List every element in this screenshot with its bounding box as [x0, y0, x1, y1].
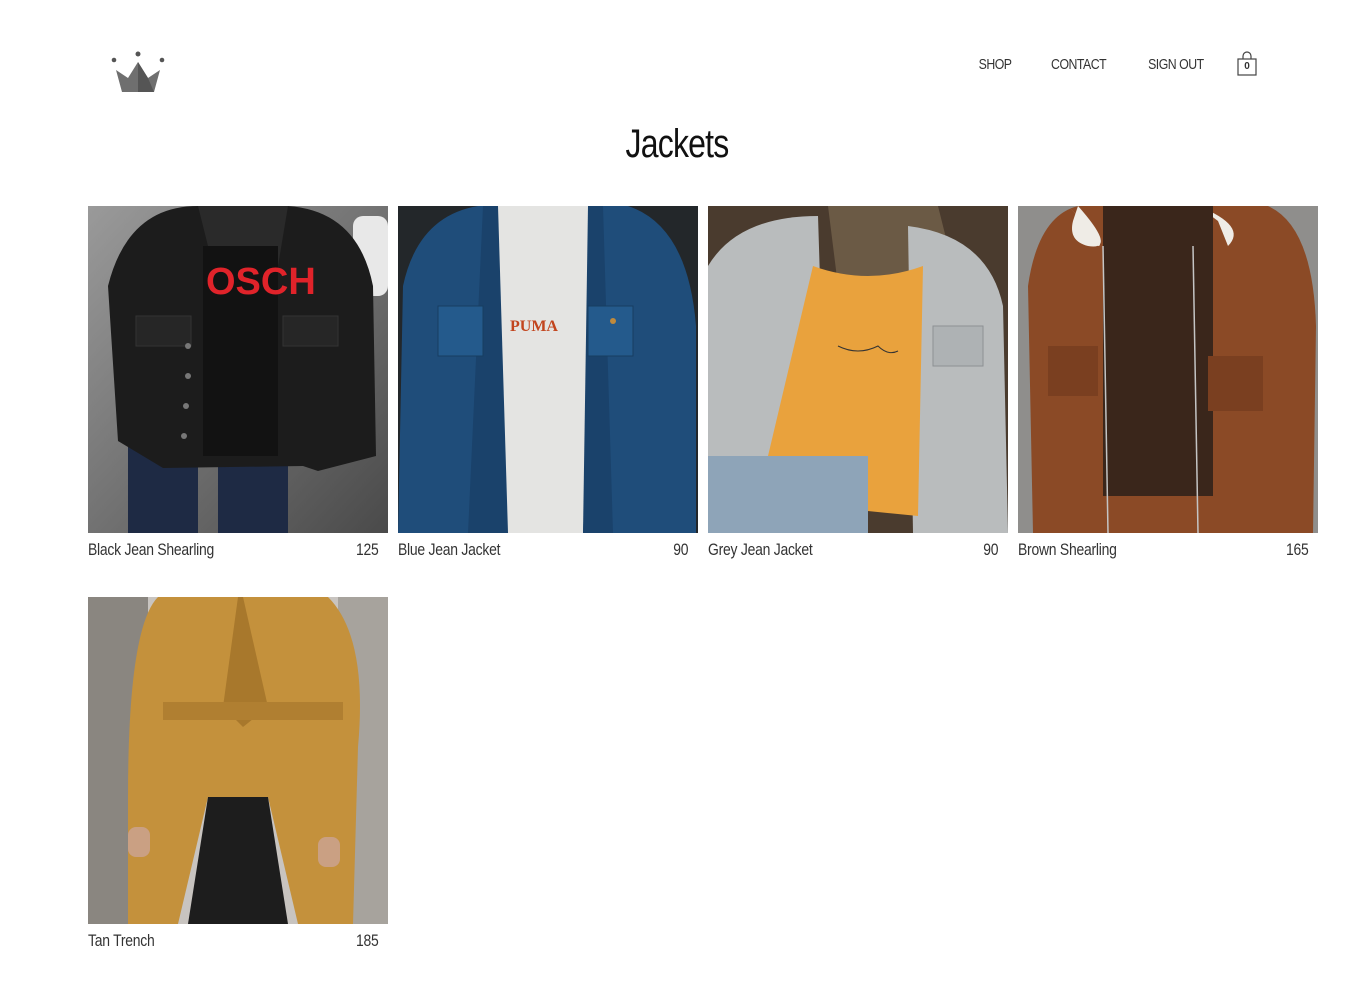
product-card[interactable]: PUMA Blue Jean Jacket 90 — [398, 206, 698, 567]
product-info: Black Jean Shearling 125 — [88, 533, 388, 567]
page-title: Jackets — [625, 122, 730, 166]
product-info: Brown Shearling 165 — [1018, 533, 1318, 567]
product-name: Black Jean Shearling — [88, 540, 215, 559]
product-price: 90 — [672, 540, 688, 559]
product-price: 185 — [355, 931, 378, 950]
main-nav: SHOP CONTACT SIGN OUT 0 — [975, 50, 1258, 78]
product-name: Blue Jean Jacket — [398, 540, 501, 559]
product-card[interactable]: Brown Shearling 165 — [1018, 206, 1318, 567]
nav-sign-out-link[interactable]: SIGN OUT — [1148, 56, 1204, 73]
svg-text:OSCH: OSCH — [206, 261, 316, 303]
product-info: Grey Jean Jacket 90 — [708, 533, 1008, 567]
product-grid: OSCH Black Jean Shearling 125 PUMA Blue … — [88, 206, 1320, 958]
cart-item-count: 0 — [1244, 61, 1250, 72]
product-info: Tan Trench 185 — [88, 924, 388, 958]
product-image[interactable] — [708, 206, 1008, 533]
product-price: 125 — [355, 540, 378, 559]
product-card[interactable]: OSCH Black Jean Shearling 125 — [88, 206, 388, 567]
product-card[interactable]: Tan Trench 185 — [88, 597, 388, 958]
product-image[interactable]: PUMA — [398, 206, 698, 533]
product-name: Tan Trench — [88, 931, 155, 950]
shopping-bag-icon[interactable]: 0 — [1236, 51, 1258, 77]
product-name: Grey Jean Jacket — [708, 540, 813, 559]
product-info: Blue Jean Jacket 90 — [398, 533, 698, 567]
product-card[interactable]: Grey Jean Jacket 90 — [708, 206, 1008, 567]
product-name: Brown Shearling — [1018, 540, 1117, 559]
product-image[interactable] — [1018, 206, 1318, 533]
product-price: 165 — [1285, 540, 1308, 559]
svg-text:PUMA: PUMA — [510, 318, 558, 335]
crown-icon[interactable] — [110, 50, 166, 96]
product-image[interactable] — [88, 597, 388, 924]
nav-contact-link[interactable]: CONTACT — [1051, 56, 1107, 73]
product-image[interactable]: OSCH — [88, 206, 388, 533]
nav-shop-link[interactable]: SHOP — [979, 56, 1012, 73]
site-header: SHOP CONTACT SIGN OUT 0 — [0, 0, 1354, 110]
product-price: 90 — [982, 540, 998, 559]
